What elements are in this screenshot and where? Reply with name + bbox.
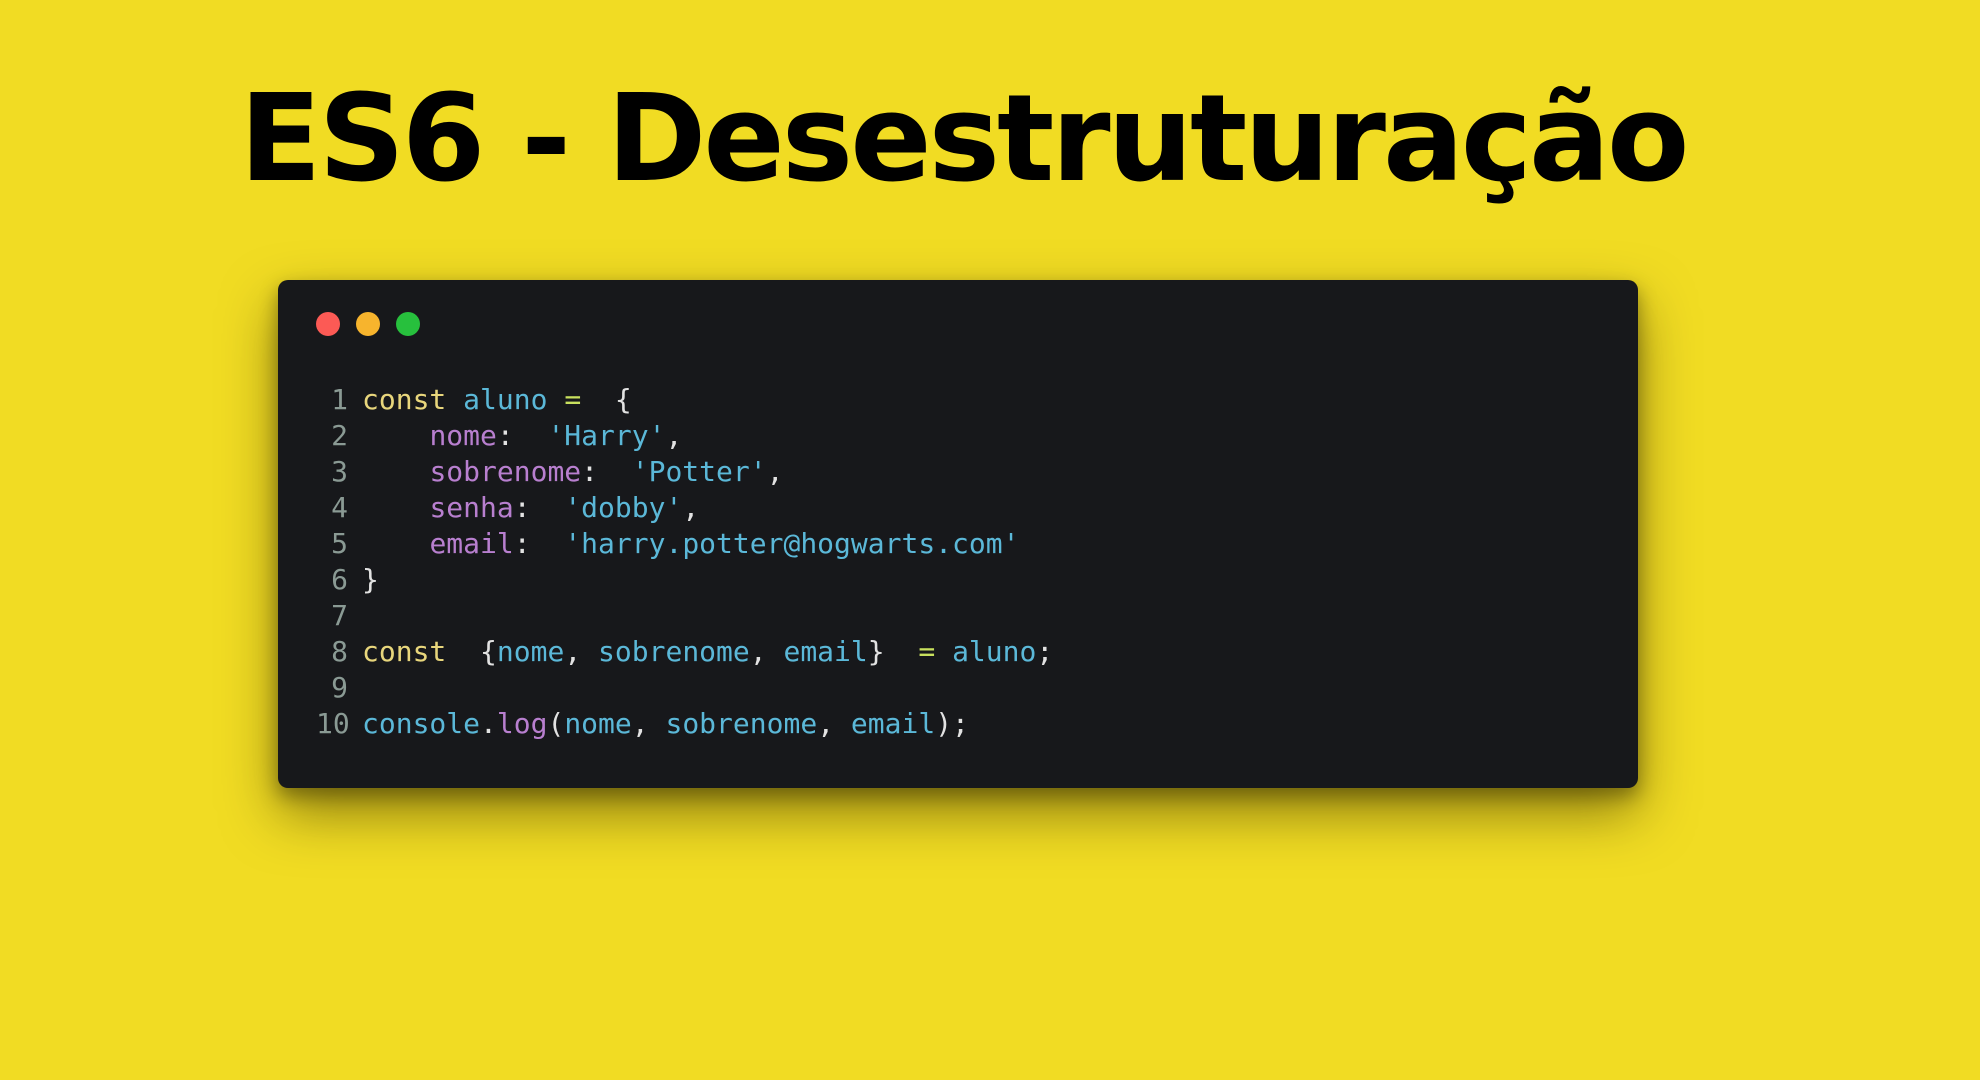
code-token-punctuation	[362, 419, 429, 452]
code-token-punctuation	[362, 527, 429, 560]
code-token-variable: console	[362, 707, 481, 740]
code-token-punctuation	[935, 635, 952, 668]
close-window-icon[interactable]	[316, 312, 340, 336]
code-token-property: log	[496, 707, 548, 740]
code-token-string: 'Potter'	[631, 455, 767, 488]
line-number: 6	[331, 563, 348, 596]
code-token-punctuation: ,	[817, 707, 851, 740]
code-editor: 1 const aluno = {2 nome: 'Harry', 3 sobren…	[316, 382, 1053, 742]
code-token-variable: email	[783, 635, 868, 668]
code-token-keyword: const	[362, 383, 447, 416]
line-number: 4	[331, 491, 348, 524]
code-token-variable: aluno	[952, 635, 1037, 668]
code-token-property: senha	[429, 491, 514, 524]
code-token-property: nome	[429, 419, 497, 452]
page-title: ES6 - Desestruturação	[239, 70, 1690, 209]
code-token-punctuation: :	[513, 491, 565, 524]
code-line: 6}	[316, 562, 1053, 598]
line-number: 9	[331, 671, 348, 704]
code-token-string: 'dobby'	[564, 491, 683, 524]
line-number: 8	[331, 635, 348, 668]
code-token-punctuation: ,	[682, 491, 700, 524]
code-token-string: 'harry.potter@hogwarts.com'	[564, 527, 1020, 560]
code-token-punctuation: .	[480, 707, 497, 740]
code-token-string: 'Harry'	[547, 419, 666, 452]
code-token-operator: =	[918, 635, 936, 668]
code-token-property: email	[429, 527, 514, 560]
code-token-punctuation: ;	[1036, 635, 1054, 668]
code-token-variable: email	[850, 707, 936, 740]
line-number: 5	[331, 527, 348, 560]
code-token-variable: nome	[564, 707, 632, 740]
code-token-punctuation: :	[581, 455, 632, 488]
code-token-variable: sobrenome	[665, 707, 818, 740]
code-window: 1 const aluno = {2 nome: 'Harry', 3 sobren…	[278, 280, 1638, 788]
code-line: 10 console.log(nome, sobrenome, email);	[316, 706, 1053, 742]
line-number: 3	[331, 455, 348, 488]
code-token-punctuation: }	[362, 563, 379, 596]
line-number: 2	[331, 419, 348, 452]
code-line: 4 senha: 'dobby',	[316, 490, 1053, 526]
line-number: 1	[331, 383, 348, 416]
maximize-window-icon[interactable]	[396, 312, 420, 336]
code-token-punctuation: :	[496, 419, 548, 452]
code-token-punctuation: );	[935, 707, 969, 740]
code-token-punctuation: }	[867, 635, 919, 668]
code-token-punctuation	[446, 383, 463, 416]
code-line: 3 sobrenome: 'Potter',	[316, 454, 1053, 490]
code-token-variable: nome	[496, 635, 565, 668]
minimize-window-icon[interactable]	[356, 312, 380, 336]
line-number: 7	[331, 599, 348, 632]
code-token-punctuation	[362, 491, 429, 524]
code-line: 1 const aluno = {	[316, 382, 1053, 418]
code-token-punctuation: {	[581, 383, 632, 416]
code-token-punctuation: ,	[749, 635, 784, 668]
code-token-variable: sobrenome	[598, 635, 750, 668]
code-token-variable: aluno	[463, 383, 548, 416]
code-token-punctuation: ,	[766, 455, 784, 488]
code-token-punctuation: ,	[665, 419, 683, 452]
code-token-property: sobrenome	[429, 455, 582, 488]
code-line: 9	[316, 670, 1053, 706]
code-token-keyword: const	[362, 635, 447, 668]
code-line: 2 nome: 'Harry',	[316, 418, 1053, 454]
code-token-punctuation	[362, 455, 429, 488]
code-token-punctuation: ,	[631, 707, 666, 740]
code-token-punctuation: (	[547, 707, 565, 740]
code-token-punctuation: ,	[564, 635, 599, 668]
code-line: 7	[316, 598, 1053, 634]
code-line: 5 email: 'harry.potter@hogwarts.com'	[316, 526, 1053, 562]
line-number: 10	[316, 707, 350, 740]
code-token-punctuation: {	[446, 635, 497, 668]
code-token-punctuation: :	[513, 527, 565, 560]
code-token-operator: =	[564, 383, 582, 416]
code-token-punctuation	[547, 383, 564, 416]
code-line: 8 const {nome, sobrenome, email} = aluno;	[316, 634, 1053, 670]
